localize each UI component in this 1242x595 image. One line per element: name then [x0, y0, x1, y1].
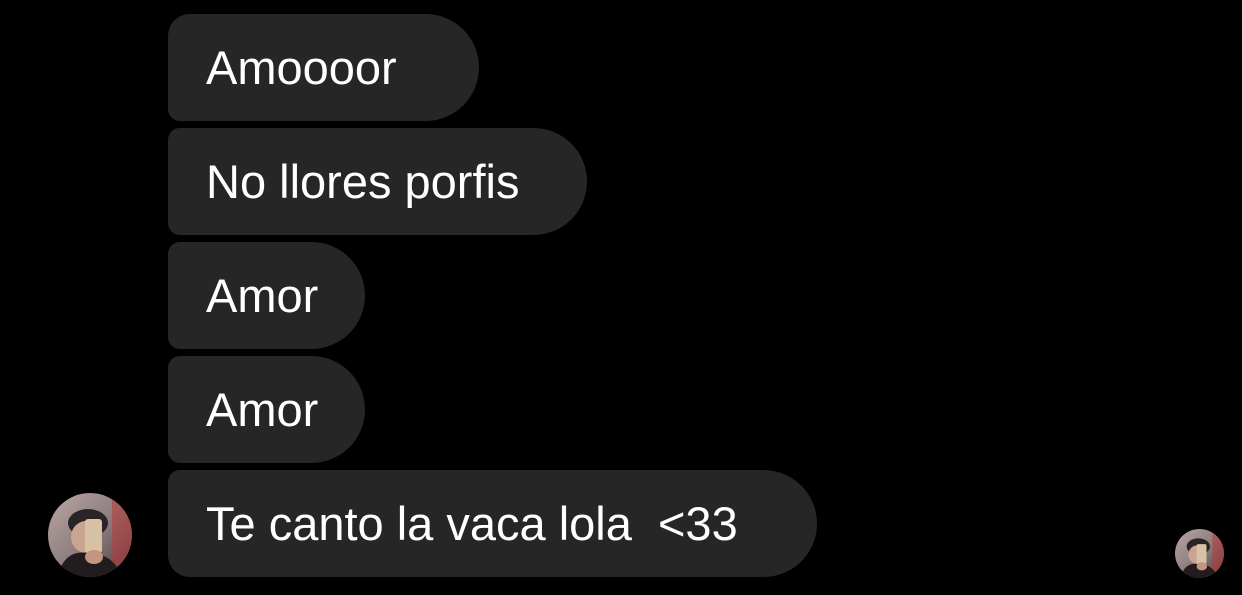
- sender-avatar[interactable]: [48, 493, 132, 577]
- message-bubble[interactable]: Amoooor: [168, 14, 479, 121]
- message-bubble[interactable]: No llores porfis: [168, 128, 587, 235]
- message-bubble[interactable]: Te canto la vaca lola <33: [168, 470, 817, 577]
- message-thread: Amoooor No llores porfis Amor Amor Te ca…: [0, 0, 1242, 595]
- seen-avatar[interactable]: [1175, 529, 1224, 578]
- profile-photo-icon: [1175, 529, 1224, 578]
- message-bubble[interactable]: Amor: [168, 356, 365, 463]
- message-bubble[interactable]: Amor: [168, 242, 365, 349]
- profile-photo-icon: [48, 493, 132, 577]
